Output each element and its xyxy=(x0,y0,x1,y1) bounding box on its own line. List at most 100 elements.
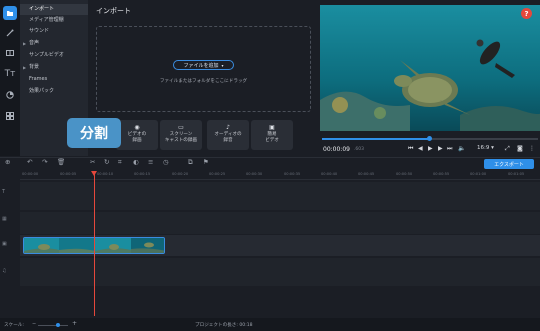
transitions-icon[interactable] xyxy=(3,46,17,60)
magic-wand-icon[interactable] xyxy=(3,26,17,40)
titles-glyph: Tт xyxy=(4,69,16,79)
redo-icon[interactable]: ↷ xyxy=(42,158,47,166)
menu-item-label: 背景 xyxy=(29,64,40,70)
text-track-icon: T xyxy=(2,189,6,195)
step-forward-icon[interactable]: ▶ xyxy=(438,145,443,152)
tick-label: 00:00:55 xyxy=(433,172,450,176)
tick-label: 00:00:40 xyxy=(321,172,338,176)
scale-label: スケール: xyxy=(4,323,24,328)
stickers-icon[interactable] xyxy=(3,88,17,102)
screencast-button[interactable]: ▭ スクリーン キャストの録画 xyxy=(160,120,202,150)
menu-item-audio[interactable]: ▶ 音声 xyxy=(20,38,88,49)
add-files-button[interactable]: ファイルを追加 ▾ xyxy=(173,60,234,70)
overlay-track[interactable] xyxy=(20,212,540,234)
menu-item-frames[interactable]: Frames xyxy=(20,74,88,85)
tick-label: 00:00:25 xyxy=(209,172,226,176)
text-track[interactable] xyxy=(20,182,540,210)
menu-item-sound[interactable]: サウンド xyxy=(20,26,88,37)
menu-item-label: サウンド xyxy=(29,28,50,34)
gift-icon: ▣ xyxy=(269,124,275,131)
menu-item-sample-video[interactable]: サンプルビデオ xyxy=(20,50,88,61)
menu-item-effect-packs[interactable]: 効果パック xyxy=(20,86,88,97)
timecode: 00:00:09 xyxy=(323,146,350,153)
tick-label: 00:00:20 xyxy=(172,172,189,176)
status-bar xyxy=(0,318,540,331)
tick-label: 00:00:30 xyxy=(246,172,263,176)
menu-item-label: サンプルビデオ xyxy=(29,52,64,58)
expand-arrow-icon: ▶ xyxy=(23,41,27,46)
play-icon[interactable]: ▶ xyxy=(428,145,433,152)
volume-icon[interactable]: 🔈 xyxy=(458,145,465,152)
menu-item-background[interactable]: ▶ 背景 xyxy=(20,62,88,73)
menu-item-label: 効果パック xyxy=(29,88,55,94)
drop-hint: ファイルまたはフォルダをここにドラッグ xyxy=(159,79,248,84)
chevron-down-icon: ▾ xyxy=(221,62,224,68)
button-label-line2: 録画 xyxy=(132,138,142,143)
zoom-out-icon[interactable]: − xyxy=(32,321,36,327)
button-label-line2: キャストの録画 xyxy=(164,138,198,143)
expand-arrow-icon: ▶ xyxy=(23,65,27,70)
tick-label: 00:01:00 xyxy=(470,172,487,176)
rotate-icon[interactable]: ↻ xyxy=(104,158,109,166)
menu-item-label: インポート xyxy=(29,6,55,12)
next-frame-icon[interactable]: ⏭ xyxy=(447,145,452,153)
overlay-track-icon: ▦ xyxy=(2,216,7,222)
tick-label: 00:00:35 xyxy=(284,172,301,176)
undo-icon[interactable]: ↶ xyxy=(27,158,32,166)
playhead-handle[interactable] xyxy=(91,171,97,176)
tick-label: 00:00:15 xyxy=(134,172,151,176)
tick-label: 00:01:05 xyxy=(508,172,525,176)
tick-label: 00:00:10 xyxy=(97,172,114,176)
marker-icon[interactable]: ◷ xyxy=(163,158,169,166)
add-files-label: ファイルを追加 xyxy=(183,62,219,69)
timecode-ms: .603 xyxy=(354,147,365,152)
zoom-slider[interactable] xyxy=(38,325,68,326)
webcam-icon: ◉ xyxy=(134,124,140,131)
menu-item-label: 音声 xyxy=(29,40,40,46)
record-audio-button[interactable]: ♪ オーディオの 録音 xyxy=(207,120,249,150)
menu-item-label: メディア管理棚 xyxy=(29,17,64,23)
split-tooltip: 分割 xyxy=(67,118,121,148)
more-options-icon[interactable]: ⋮ xyxy=(529,145,535,152)
cut-icon[interactable]: ✂ xyxy=(90,158,95,166)
video-track-icon: ▣ xyxy=(2,241,7,247)
more-icon[interactable] xyxy=(3,109,17,123)
button-label-line2: 録音 xyxy=(223,138,233,143)
step-back-icon[interactable]: ◀ xyxy=(418,145,423,152)
crop-icon[interactable]: ⌗ xyxy=(118,158,122,167)
color-icon[interactable]: ◐ xyxy=(133,158,139,166)
tick-label: 00:00:00 xyxy=(22,172,39,176)
fullscreen-icon[interactable]: ⤢ xyxy=(505,145,510,153)
screen-icon: ▭ xyxy=(178,124,184,131)
zoom-in-icon[interactable]: + xyxy=(72,320,77,327)
tick-label: 00:00:45 xyxy=(358,172,375,176)
audio-track[interactable] xyxy=(20,258,540,286)
export-button[interactable]: エクスポート xyxy=(484,159,534,169)
preview-seek-handle[interactable] xyxy=(427,136,432,141)
timeline-toolbar xyxy=(0,157,540,170)
record-voiceover-icon[interactable]: ⧉ xyxy=(188,158,193,167)
clip-properties-icon[interactable]: ≡ xyxy=(148,158,153,166)
snapshot-icon[interactable]: ◙ xyxy=(517,145,523,152)
record-video-button[interactable]: ◉ ビデオの 録画 xyxy=(116,120,158,150)
add-track-icon[interactable]: ⊕ xyxy=(5,158,10,166)
tick-label: 00:00:05 xyxy=(60,172,77,176)
menu-item-import[interactable]: インポート xyxy=(20,4,88,15)
menu-item-media-bin[interactable]: メディア管理棚 xyxy=(20,15,88,26)
preview-frame-image xyxy=(320,5,540,131)
music-track-icon: ♫ xyxy=(2,268,7,274)
quick-video-button[interactable]: ▣ 簡易 ビデオ xyxy=(251,120,293,150)
titles-icon[interactable]: Tт xyxy=(3,67,17,81)
flag-icon[interactable]: ⚑ xyxy=(203,158,209,166)
preview-seekbar-fill xyxy=(322,138,429,140)
panel-title: インポート xyxy=(96,7,131,15)
playhead[interactable] xyxy=(94,171,95,316)
help-button[interactable]: ? xyxy=(521,8,532,19)
left-rail: Tт xyxy=(0,0,20,156)
video-preview[interactable] xyxy=(320,5,540,131)
aspect-ratio-select[interactable]: 16:9 ▾ xyxy=(477,145,494,151)
zoom-slider-handle[interactable] xyxy=(56,323,60,327)
import-icon[interactable] xyxy=(3,6,17,20)
prev-frame-icon[interactable]: ⏮ xyxy=(408,145,413,153)
delete-icon[interactable]: 🗑 xyxy=(57,158,65,166)
